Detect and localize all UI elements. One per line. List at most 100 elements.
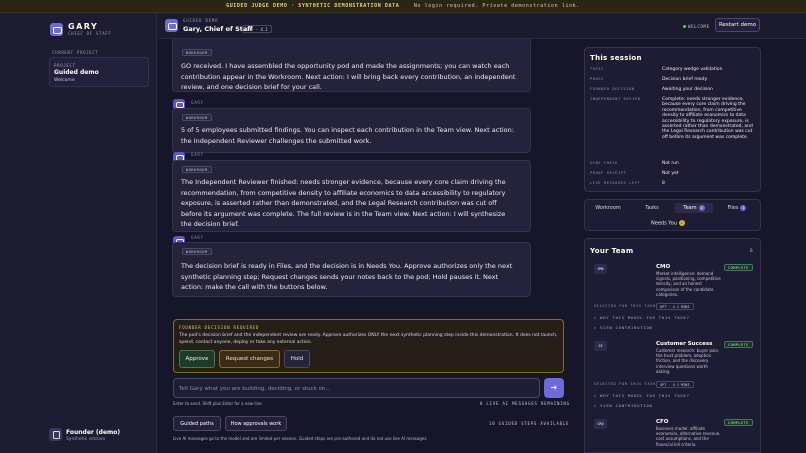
current-project-label: CURRENT PROJECT [52,50,99,55]
team-member-card: CS Customer Success Customer research: b… [592,341,755,416]
message-tag: WORKROOM [182,49,212,56]
brand-subtitle: CHIEF OF STAFF [68,31,112,36]
chat-header: GUIDED DEMO Gary, Chief of Staff GPT · 4… [157,13,806,39]
message-tag: WORKROOM [182,114,212,121]
cfo-avatar-icon: CFO [594,419,607,429]
tab-needs-you-label: Needs You [651,220,677,227]
header-kicker: GUIDED DEMO [183,18,219,23]
message-text: 5 of 5 employees submitted findings. You… [181,126,514,145]
project-status: Welcome [54,78,75,83]
chat-message: WORKROOM The decision brief is ready in … [172,242,531,297]
status-dot-icon [683,25,686,28]
demo-banner: GUIDED JUDGE DEMO · SYNTHETIC DEMONSTRAT… [0,0,806,13]
view-contribution-link[interactable]: ▸ VIEW CONTRIBUTION [594,325,653,330]
decision-kicker: FOUNDER DECISION REQUIRED [179,325,260,330]
session-value: 8 [662,181,665,186]
status-badge: COMPLETE [724,419,753,426]
project-label: PROJECT [54,63,76,68]
member-name: Customer Success [656,341,713,347]
tab-files-count: 1 [740,204,747,211]
session-value: Awaiting your decision [662,87,713,92]
tab-workroom[interactable]: Workroom [589,203,627,213]
chat-message: WORKROOM The Independent Reviewer finish… [172,160,531,232]
message-text: GO received. I have assembled the opport… [181,62,516,91]
project-name: Guided demo [54,69,99,76]
session-value: Not run [662,161,679,166]
why-this-model-link[interactable]: ▸ WHY THIS MODEL FOR THIS TASK? [594,315,690,320]
member-description: Market intelligence: demand signals, pos… [656,271,721,297]
team-member-card: CFO CFO Business model: affiliate econom… [592,419,755,452]
selected-label: SELECTED FOR THIS TASK [594,304,656,308]
session-title: This session [590,54,642,62]
gary-logo-icon [50,23,63,36]
chat-message: WORKROOM 5 of 5 employees submitted find… [172,108,531,153]
founder-decision-panel: FOUNDER DECISION REQUIRED The pod's deci… [173,319,564,373]
session-value: Not yet [662,171,679,176]
member-model-badge: GPT · 4.1 MINI [656,381,694,388]
member-name: CMO [656,264,671,270]
gary-avatar-icon [165,19,178,32]
tab-team-label: Team [683,205,697,211]
tab-tasks[interactable]: Tasks [633,203,671,213]
session-key: PHASE [590,77,605,81]
customer-success-avatar-icon: CS [594,341,607,351]
session-value: Complete: needs stronger evidence, becau… [662,97,753,140]
chat-message: WORKROOM GO received. I have assembled t… [172,39,531,92]
user-avatar-icon [49,428,62,441]
model-badge: GPT · 4.1 [242,25,272,33]
guided-steps-available: 10 GUIDED STEPS AVAILABLE [489,421,570,426]
user-profile[interactable]: Founder (demo) Synthetic session [49,425,153,443]
message-composer [173,378,540,398]
tab-needs-you-count: 1 [678,220,685,226]
decision-text: The pod's decision brief and the indepen… [179,333,558,345]
panel-tabs: Workroom Tasks Team 2 Files 1 Needs You 1 [584,199,761,231]
tab-team-count: 2 [698,204,705,211]
member-model-badge: GPT · 4.1 MINI [656,303,694,310]
restart-demo-button[interactable]: Restart demo [715,18,760,32]
member-name: CFO [656,419,669,425]
why-this-model-link[interactable]: ▸ WHY THIS MODEL FOR THIS TASK? [594,393,690,398]
usage-footnote: Live AI messages go to the model and are… [173,436,428,441]
tab-files[interactable]: Files 1 [717,203,757,213]
session-value: Decision brief ready [662,77,708,82]
session-key: INDEPENDENT REVIEW [590,97,641,101]
team-panel[interactable]: Your Team 6 CMO CMO Market intelligence:… [584,238,761,453]
brand-name: GARY [68,22,99,31]
how-approvals-work-button[interactable]: How approvals work [225,416,287,431]
session-panel: This session TOPIC Category wedge valida… [584,47,761,192]
team-count: 6 [750,249,753,254]
chat-transcript[interactable]: WORKROOM GO received. I have assembled t… [157,39,575,317]
ai-messages-remaining: 8 LIVE AI MESSAGES REMAINING [480,401,570,406]
user-name: Founder (demo) [66,429,121,436]
view-contribution-link[interactable]: ▸ VIEW CONTRIBUTION [594,403,653,408]
project-card[interactable]: PROJECT Guided demo Welcome [49,57,149,87]
request-changes-button[interactable]: Request changes [219,350,280,368]
banner-strong: GUIDED JUDGE DEMO · SYNTHETIC DEMONSTRAT… [226,3,400,9]
tab-files-label: Files [727,205,739,211]
status-indicator: WELCOME [683,24,710,29]
guided-paths-button[interactable]: Guided paths [173,416,221,431]
status-text: WELCOME [688,24,710,29]
session-key: PROOF RECEIPT [590,171,627,175]
message-text: The Independent Reviewer finished: needs… [181,178,506,228]
banner-text: No login required. Private demonstration… [413,3,580,9]
message-sender: GARY [191,100,204,105]
tab-needs-you[interactable]: Needs You 1 [651,220,685,227]
message-sender: GARY [191,235,204,240]
session-key: LIVE MESSAGES LEFT [590,181,641,185]
hold-button[interactable]: Hold [284,350,310,368]
cmo-avatar-icon: CMO [594,264,607,274]
team-member-card: CMO CMO Market intelligence: demand sign… [592,264,755,339]
team-title: Your Team [590,247,634,255]
composer-hint: Enter to send. Shift plus Enter for a ne… [173,401,263,406]
message-tag: WORKROOM [182,166,212,173]
tab-team[interactable]: Team 2 [675,203,713,213]
send-arrow-icon[interactable]: ➜ [544,378,564,398]
session-key: FOUNDER DECISION [590,87,635,91]
status-badge: COMPLETE [724,264,753,271]
message-input[interactable] [179,381,534,396]
approve-button[interactable]: Approve [179,350,215,368]
member-description: Customer research: buyer pain, the trust… [656,348,720,374]
message-sender: GARY [191,152,204,157]
message-text: The decision brief is ready in Files, an… [181,262,513,291]
